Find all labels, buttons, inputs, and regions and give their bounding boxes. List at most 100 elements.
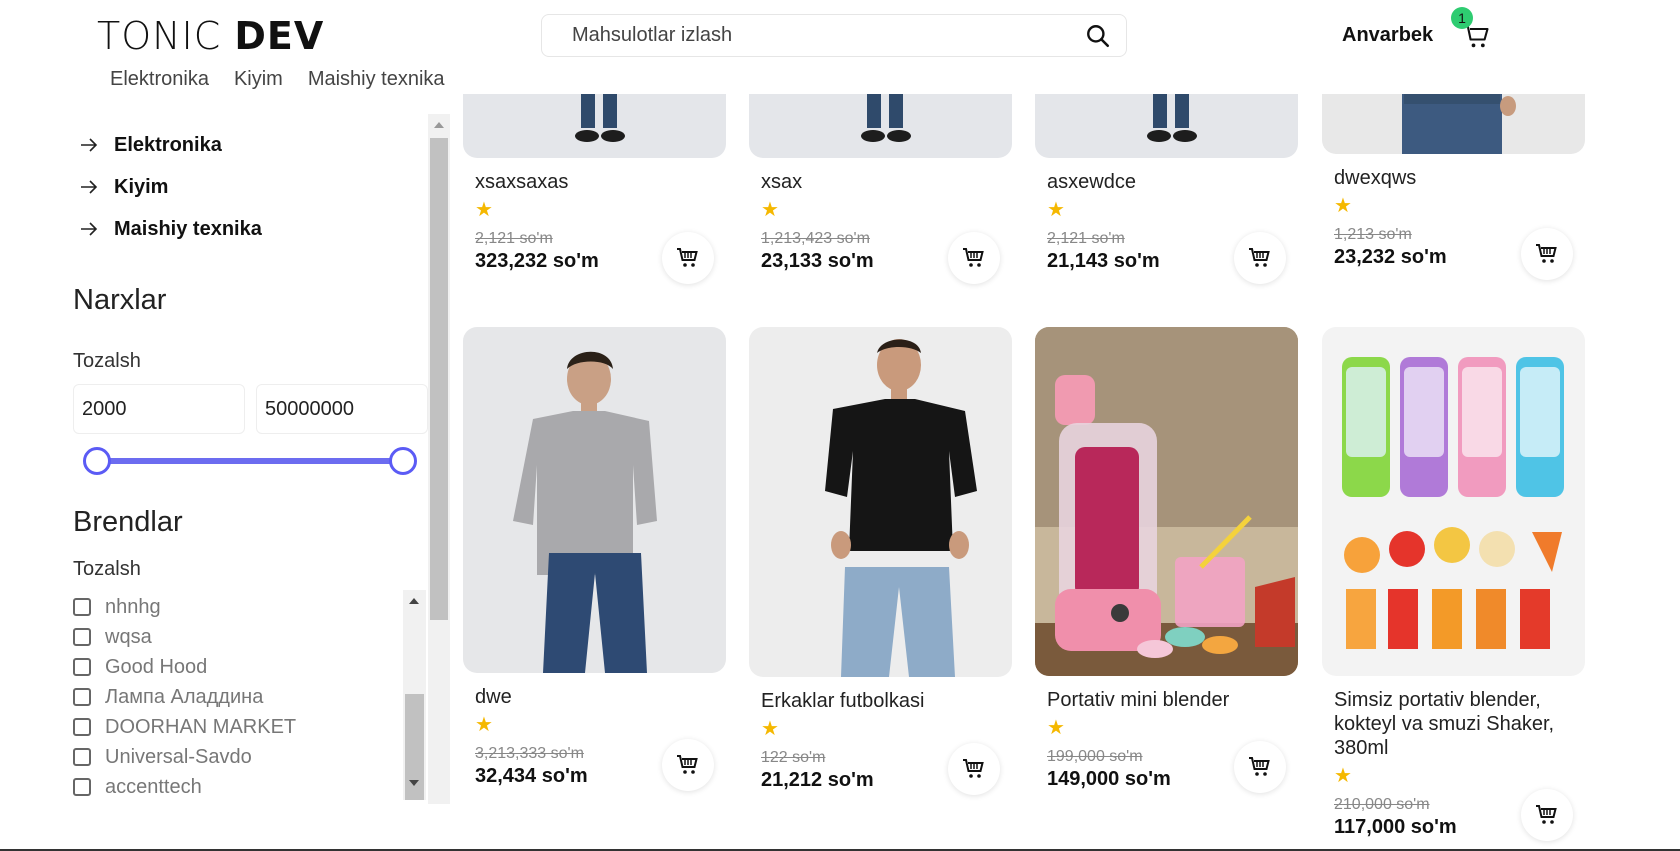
logo[interactable]: TONIC DEV <box>97 14 324 58</box>
arrow-right-icon <box>81 180 98 194</box>
brand-checkbox-item[interactable]: nhnhg <box>73 592 403 622</box>
product-name[interactable]: Simsiz portativ blender, kokteyl va smuz… <box>1334 688 1585 760</box>
cart-icon <box>963 248 984 267</box>
search-icon[interactable] <box>1084 22 1112 50</box>
brand-label: wqsa <box>105 625 152 648</box>
add-to-cart-button[interactable] <box>948 743 1000 795</box>
nav-item-kiyim[interactable]: Kiyim <box>234 68 283 91</box>
add-to-cart-button[interactable] <box>1234 232 1286 284</box>
add-to-cart-button[interactable] <box>1234 741 1286 793</box>
scroll-down-arrow-icon[interactable] <box>409 780 419 786</box>
checkbox[interactable] <box>73 718 91 736</box>
category-item-kiyim[interactable]: Kiyim <box>80 166 262 208</box>
brand-checkbox-item[interactable]: wqsa <box>73 622 403 652</box>
price-slider-max-handle[interactable] <box>389 447 417 475</box>
brand-label: Лампа Аладдина <box>105 685 264 708</box>
brand-label: Good Hood <box>105 655 208 678</box>
logo-bold: DEV <box>234 14 325 58</box>
cart-icon <box>963 759 984 778</box>
nav-item-elektronika[interactable]: Elektronika <box>110 68 209 91</box>
product-name[interactable]: dwexqws <box>1334 166 1585 190</box>
product-image[interactable] <box>749 327 1012 677</box>
filter-sidebar: Elektronika Kiyim Maishiy texnika Narxla… <box>0 94 452 804</box>
product-card[interactable]: xsaxsaxas ★ 2,121 so'm 323,232 so'm <box>463 94 726 284</box>
star-icon: ★ <box>1047 717 1065 739</box>
cart-icon <box>1249 757 1270 776</box>
category-item-elektronika[interactable]: Elektronika <box>80 124 262 166</box>
product-card[interactable]: asxewdce ★ 2,121 so'm 21,143 so'm <box>1035 94 1298 284</box>
product-image[interactable] <box>1322 94 1585 154</box>
product-name[interactable]: dwe <box>475 685 726 709</box>
product-image[interactable] <box>1322 327 1585 676</box>
brand-list: nhnhg wqsa Good Hood Лампа Аладдина DOOR… <box>73 592 403 802</box>
add-to-cart-button[interactable] <box>1521 228 1573 280</box>
product-image[interactable] <box>1035 94 1298 158</box>
price-slider-min-handle[interactable] <box>83 447 111 475</box>
add-to-cart-button[interactable] <box>662 232 714 284</box>
scrollbar-thumb[interactable] <box>430 138 448 620</box>
category-label: Elektronika <box>114 133 222 156</box>
brands-clear-link[interactable]: Tozalsh <box>73 558 141 581</box>
add-to-cart-button[interactable] <box>948 232 1000 284</box>
product-card[interactable]: Portativ mini blender ★ 199,000 so'm 149… <box>1035 327 1298 793</box>
search-bar <box>541 14 1127 57</box>
product-name[interactable]: asxewdce <box>1047 170 1298 194</box>
user-name[interactable]: Anvarbek <box>1342 24 1433 47</box>
product-card[interactable]: xsax ★ 1,213,423 so'm 23,133 so'm <box>749 94 1012 284</box>
category-list: Elektronika Kiyim Maishiy texnika <box>80 124 262 250</box>
product-name[interactable]: xsaxsaxas <box>475 170 726 194</box>
brand-label: accenttech <box>105 775 202 798</box>
product-card[interactable]: dwexqws ★ 1,213 so'm 23,232 so'm <box>1322 94 1585 280</box>
brands-title: Brendlar <box>73 506 183 538</box>
price-max-input[interactable]: 50000000 <box>256 384 428 434</box>
price-min-input[interactable]: 2000 <box>73 384 245 434</box>
add-to-cart-button[interactable] <box>1521 789 1573 841</box>
prices-title: Narxlar <box>73 284 167 316</box>
cart-icon <box>1536 244 1557 263</box>
checkbox[interactable] <box>73 628 91 646</box>
brand-checkbox-item[interactable]: Лампа Аладдина <box>73 682 403 712</box>
checkbox[interactable] <box>73 598 91 616</box>
nav-item-maishiy-texnika[interactable]: Maishiy texnika <box>308 68 445 91</box>
cart-icon <box>677 248 698 267</box>
brand-checkbox-item[interactable]: accenttech <box>73 772 403 802</box>
product-card[interactable]: Erkaklar futbolkasi ★ 122 so'm 21,212 so… <box>749 327 1012 795</box>
product-name[interactable]: Erkaklar futbolkasi <box>761 689 1012 713</box>
cart-icon <box>1249 248 1270 267</box>
product-image[interactable] <box>463 327 726 673</box>
arrow-right-icon <box>81 138 98 152</box>
category-label: Maishiy texnika <box>114 217 262 240</box>
checkbox[interactable] <box>73 778 91 796</box>
cart-icon <box>1536 805 1557 824</box>
product-image[interactable] <box>749 94 1012 158</box>
checkbox[interactable] <box>73 688 91 706</box>
search-input[interactable] <box>572 24 1084 47</box>
product-name[interactable]: Portativ mini blender <box>1047 688 1298 712</box>
top-nav: Elektronika Kiyim Maishiy texnika <box>110 68 445 91</box>
star-icon: ★ <box>475 199 493 221</box>
scroll-up-arrow-icon[interactable] <box>434 122 444 128</box>
scroll-up-arrow-icon[interactable] <box>409 598 419 604</box>
checkbox[interactable] <box>73 658 91 676</box>
brand-label: DOORHAN MARKET <box>105 715 297 738</box>
product-card[interactable]: dwe ★ 3,213,333 so'm 32,434 so'm <box>463 327 726 791</box>
product-card[interactable]: Simsiz portativ blender, kokteyl va smuz… <box>1322 327 1585 841</box>
add-to-cart-button[interactable] <box>662 739 714 791</box>
logo-light: TONIC <box>97 14 222 58</box>
star-icon: ★ <box>1334 195 1352 217</box>
brand-label: Universal-Savdo <box>105 745 252 768</box>
star-icon: ★ <box>761 199 779 221</box>
prices-clear-link[interactable]: Tozalsh <box>73 350 141 373</box>
cart-icon <box>677 755 698 774</box>
brand-checkbox-item[interactable]: DOORHAN MARKET <box>73 712 403 742</box>
brand-checkbox-item[interactable]: Good Hood <box>73 652 403 682</box>
product-image[interactable] <box>463 94 726 158</box>
product-name[interactable]: xsax <box>761 170 1012 194</box>
brand-list-scrollbar[interactable] <box>403 590 426 800</box>
sidebar-scrollbar[interactable] <box>428 114 450 804</box>
category-item-maishiy-texnika[interactable]: Maishiy texnika <box>80 208 262 250</box>
brand-checkbox-item[interactable]: Universal-Savdo <box>73 742 403 772</box>
price-range-track[interactable] <box>96 458 403 464</box>
product-image[interactable] <box>1035 327 1298 676</box>
checkbox[interactable] <box>73 748 91 766</box>
